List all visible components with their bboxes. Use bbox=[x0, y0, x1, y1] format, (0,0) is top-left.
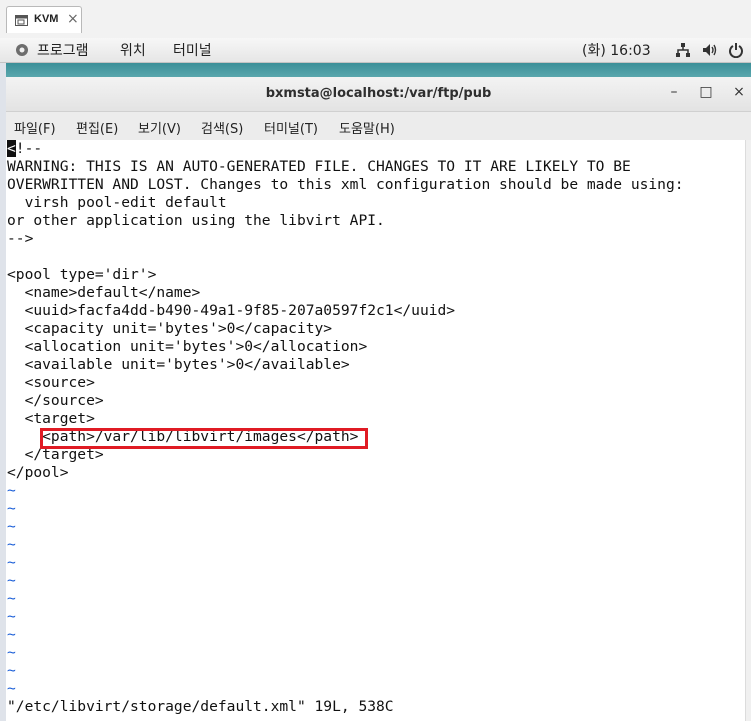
editor-line: WARNING: THIS IS AN AUTO-GENERATED FILE.… bbox=[7, 158, 631, 175]
close-button[interactable]: × bbox=[730, 83, 748, 101]
panel-menu-terminal[interactable]: 터미널 bbox=[173, 40, 212, 60]
vim-status-line: "/etc/libvirt/storage/default.xml" 19L, … bbox=[7, 698, 394, 715]
empty-line-tilde: ~ bbox=[7, 626, 16, 643]
editor-line: OVERWRITTEN AND LOST. Changes to this xm… bbox=[7, 176, 684, 193]
empty-line-tilde: ~ bbox=[7, 680, 16, 697]
terminal-menubar: 파일(F) 편집(E) 보기(V) 검색(S) 터미널(T) 도움말(H) bbox=[6, 112, 751, 140]
panel-menu-places[interactable]: 위치 bbox=[120, 40, 146, 60]
empty-line-tilde: ~ bbox=[7, 608, 16, 625]
menu-view[interactable]: 보기(V) bbox=[138, 118, 181, 137]
editor-line: <available unit='bytes'>0</available> bbox=[7, 356, 350, 373]
applications-icon bbox=[16, 44, 28, 56]
editor-line: <uuid>facfa4dd-b490-49a1-9f85-207a0597f2… bbox=[7, 302, 456, 319]
gnome-top-panel: 프로그램 위치 터미널 (화) 16:03 bbox=[0, 38, 751, 63]
menu-search[interactable]: 검색(S) bbox=[201, 118, 243, 137]
minimize-button[interactable]: – bbox=[665, 83, 683, 101]
editor-line: <allocation unit='bytes'>0</allocation> bbox=[7, 338, 368, 355]
menu-terminal[interactable]: 터미널(T) bbox=[264, 118, 318, 137]
volume-icon[interactable] bbox=[702, 42, 718, 58]
editor-line: <name>default</name> bbox=[7, 284, 201, 301]
empty-line-tilde: ~ bbox=[7, 500, 16, 517]
editor-line: </pool> bbox=[7, 464, 69, 481]
editor-line: </source> bbox=[7, 392, 104, 409]
empty-line-tilde: ~ bbox=[7, 644, 16, 661]
empty-line-tilde: ~ bbox=[7, 590, 16, 607]
empty-line-tilde: ~ bbox=[7, 536, 16, 553]
terminal-text-area[interactable]: <!-- WARNING: THIS IS AN AUTO-GENERATED … bbox=[6, 140, 745, 721]
terminal-scrollbar[interactable] bbox=[745, 140, 751, 721]
host-tab-kvm[interactable]: KVM × bbox=[6, 6, 82, 33]
close-icon[interactable]: × bbox=[67, 10, 79, 28]
empty-line-tilde: ~ bbox=[7, 482, 16, 499]
menu-help[interactable]: 도움말(H) bbox=[339, 118, 395, 137]
editor-line: <pool type='dir'> bbox=[7, 266, 157, 283]
empty-line-tilde: ~ bbox=[7, 518, 16, 535]
empty-line-tilde: ~ bbox=[7, 572, 16, 589]
terminal-window: bxmsta@localhost:/var/ftp/pub – □ × 파일(F… bbox=[6, 77, 751, 721]
text-cursor: < bbox=[7, 140, 16, 157]
host-tab-label: KVM bbox=[34, 13, 59, 25]
editor-line: <!-- bbox=[7, 140, 42, 158]
window-titlebar[interactable]: bxmsta@localhost:/var/ftp/pub – □ × bbox=[6, 77, 751, 112]
menu-file[interactable]: 파일(F) bbox=[14, 118, 56, 137]
editor-line-text: !-- bbox=[15, 140, 43, 157]
editor-line: virsh pool-edit default bbox=[7, 194, 227, 211]
maximize-button[interactable]: □ bbox=[697, 83, 715, 101]
power-icon[interactable] bbox=[728, 42, 744, 58]
network-icon[interactable] bbox=[675, 42, 691, 58]
editor-line: <source> bbox=[7, 374, 95, 391]
editor-line: <capacity unit='bytes'>0</capacity> bbox=[7, 320, 333, 337]
panel-menu-programs[interactable]: 프로그램 bbox=[37, 40, 89, 60]
empty-line-tilde: ~ bbox=[7, 662, 16, 679]
highlight-box-path bbox=[40, 428, 368, 449]
host-tab-bar: KVM × bbox=[0, 0, 751, 39]
editor-line: --> bbox=[7, 230, 34, 247]
window-title: bxmsta@localhost:/var/ftp/pub bbox=[265, 86, 492, 101]
empty-line-tilde: ~ bbox=[7, 554, 16, 571]
panel-clock[interactable]: (화) 16:03 bbox=[582, 40, 651, 60]
editor-line: <target> bbox=[7, 410, 95, 427]
menu-edit[interactable]: 편집(E) bbox=[76, 118, 118, 137]
desktop-background bbox=[6, 63, 751, 77]
vm-window-icon bbox=[15, 15, 28, 26]
editor-line: or other application using the libvirt A… bbox=[7, 212, 385, 229]
